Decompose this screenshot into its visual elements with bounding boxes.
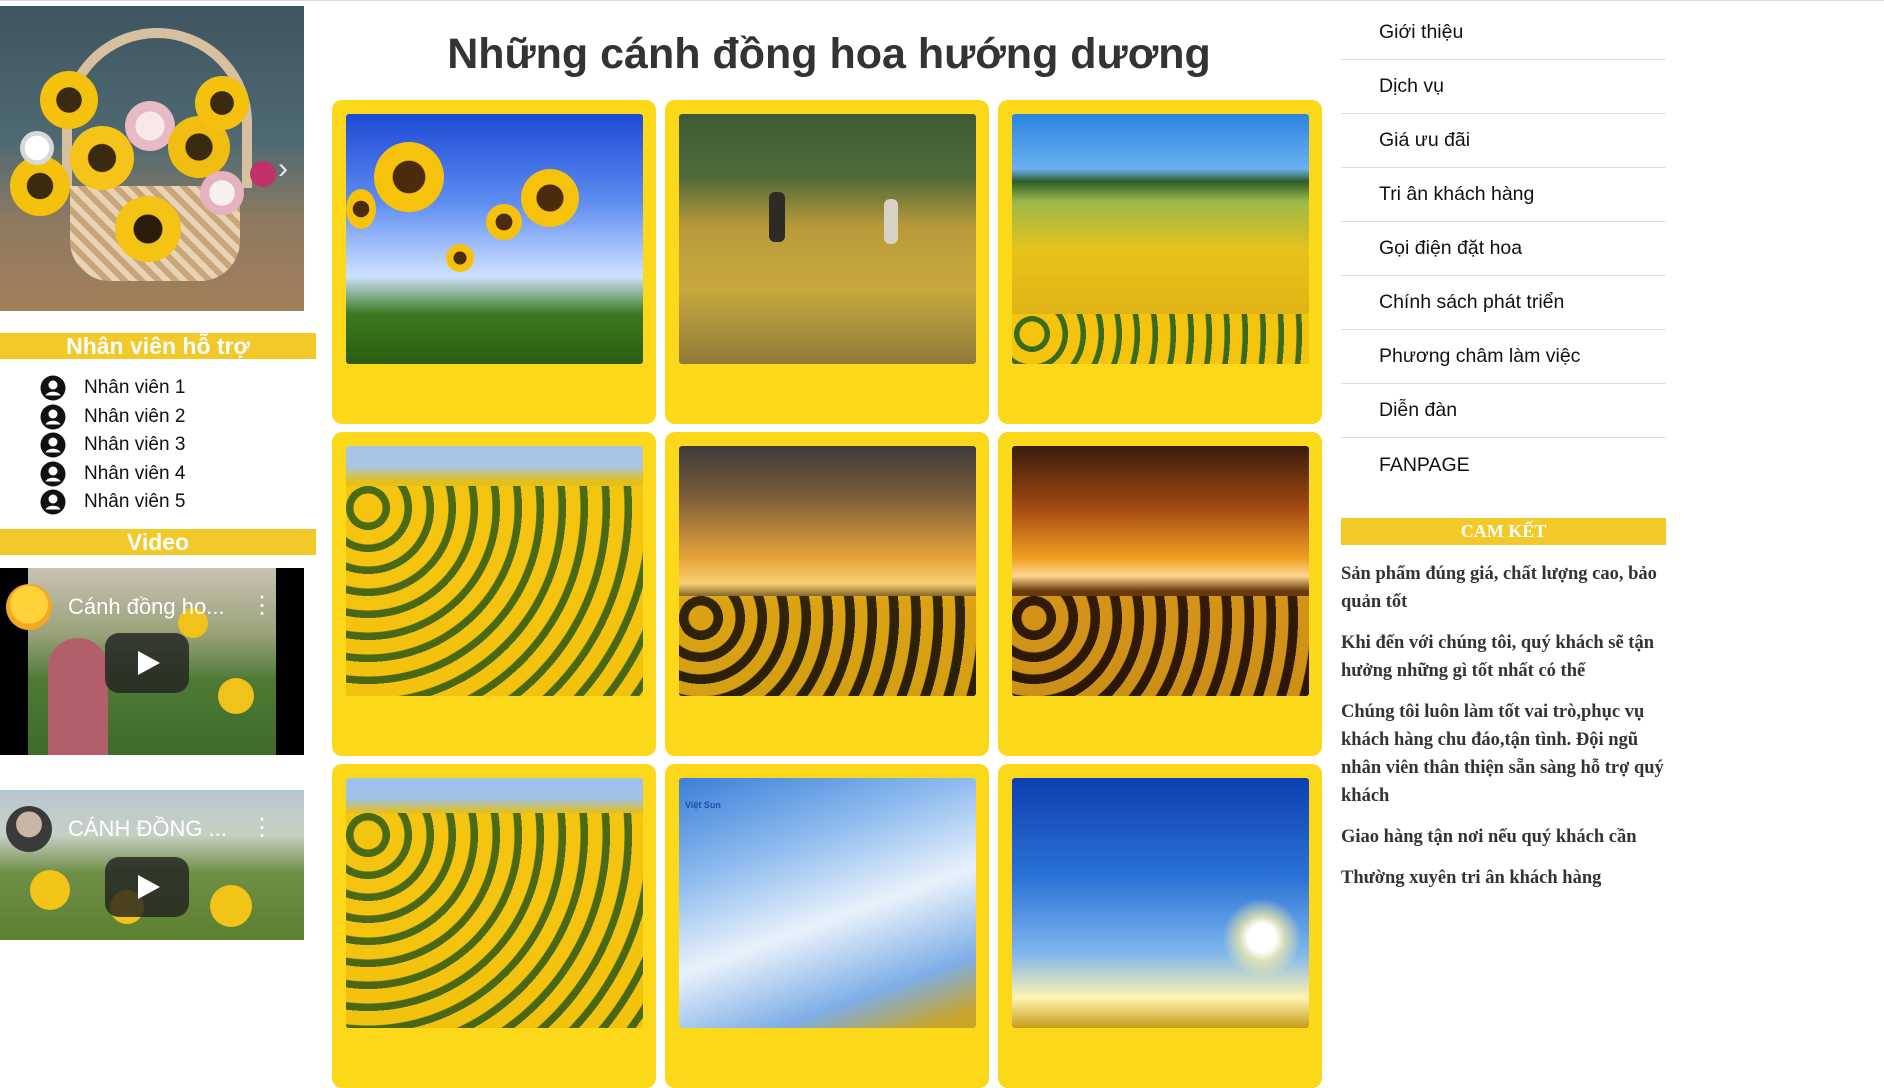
gallery-card[interactable] [998, 100, 1322, 424]
flower [200, 171, 244, 215]
gallery-photo[interactable] [346, 778, 643, 1028]
flower [20, 131, 54, 165]
flower [70, 126, 134, 190]
user-circle-icon [40, 404, 66, 430]
gallery-photo[interactable] [1012, 114, 1309, 364]
gallery-card[interactable] [332, 100, 656, 424]
flower [40, 71, 98, 129]
menu-item-phuong-cham[interactable]: Phương châm làm việc [1341, 330, 1666, 384]
gallery-card[interactable] [998, 764, 1322, 1088]
staff-name: Nhân viên 5 [84, 491, 186, 513]
staff-name: Nhân viên 2 [84, 405, 186, 427]
commitment-item: Khi đến với chúng tôi, quý khách sẽ tận … [1341, 633, 1655, 681]
gallery-photo[interactable] [679, 446, 976, 696]
nav-menu: Giới thiệu Dịch vụ Giá ưu đãi Tri ân khá… [1341, 6, 1666, 492]
staff-name: Nhân viên 4 [84, 462, 186, 484]
gallery-photo[interactable] [346, 446, 643, 696]
staff-name: Nhân viên 3 [84, 434, 186, 456]
gallery-photo[interactable] [346, 114, 643, 364]
menu-item-gioi-thieu[interactable]: Giới thiệu [1341, 6, 1666, 60]
staff-section-title: Nhân viên hỗ trợ [0, 333, 316, 359]
video-section-title: Video [0, 529, 316, 555]
left-sidebar: › Nhân viên hỗ trợ Nhân viên 1 Nhân viên… [0, 0, 318, 940]
commitment-item: Chúng tôi luôn làm tốt vai trò,phục vụ k… [1341, 702, 1664, 806]
gallery-photo[interactable] [679, 114, 976, 364]
gallery-card[interactable] [665, 432, 989, 756]
gallery-card[interactable] [998, 432, 1322, 756]
video-player-2[interactable]: CÁNH ĐỒNG ... ⋮ [0, 790, 304, 940]
more-vert-icon[interactable]: ⋮ [250, 816, 274, 840]
list-item[interactable]: Nhân viên 1 [0, 374, 316, 403]
menu-item-dich-vu[interactable]: Dịch vụ [1341, 60, 1666, 114]
channel-avatar[interactable] [6, 806, 52, 852]
menu-item-dien-dan[interactable]: Diễn đàn [1341, 384, 1666, 438]
video-title[interactable]: Cánh đồng ho... [68, 594, 238, 620]
video-player-1[interactable]: Cánh đồng ho... ⋮ [0, 568, 304, 755]
flower [10, 156, 70, 216]
commitment-item: Sản phẩm đúng giá, chất lượng cao, bảo q… [1341, 564, 1657, 612]
play-icon[interactable] [105, 857, 189, 917]
commitment-item: Thường xuyên tri ân khách hàng [1341, 868, 1602, 888]
play-icon[interactable] [105, 633, 189, 693]
flower [195, 76, 249, 130]
menu-item-chinh-sach[interactable]: Chính sách phát triển [1341, 276, 1666, 330]
staff-name: Nhân viên 1 [84, 377, 186, 399]
list-item[interactable]: Nhân viên 4 [0, 460, 316, 489]
gallery-photo[interactable]: Việt Sun [679, 778, 976, 1028]
menu-item-tri-an[interactable]: Tri ân khách hàng [1341, 168, 1666, 222]
user-circle-icon [40, 432, 66, 458]
page-title: Những cánh đồng hoa hướng dương [447, 30, 1211, 78]
video-title[interactable]: CÁNH ĐỒNG ... [68, 816, 238, 842]
gallery-card[interactable] [332, 432, 656, 756]
flower [115, 196, 181, 262]
gallery-card[interactable] [332, 764, 656, 1088]
commitment-title: CAM KẾT [1341, 518, 1666, 545]
menu-item-goi-dien[interactable]: Gọi điện đặt hoa [1341, 222, 1666, 276]
list-item[interactable]: Nhân viên 3 [0, 431, 316, 460]
gallery-card[interactable] [665, 100, 989, 424]
menu-item-gia-uu-dai[interactable]: Giá ưu đãi [1341, 114, 1666, 168]
flower [250, 161, 276, 187]
commitment-item: Giao hàng tận nơi nếu quý khách cần [1341, 827, 1637, 847]
channel-avatar[interactable] [6, 584, 52, 630]
chevron-right-icon[interactable]: › [278, 154, 288, 184]
commitment-list: Sản phẩm đúng giá, chất lượng cao, bảo q… [1341, 560, 1671, 905]
menu-item-fanpage[interactable]: FANPAGE [1341, 438, 1666, 492]
watermark-logo: Việt Sun [685, 800, 721, 810]
list-item[interactable]: Nhân viên 5 [0, 488, 316, 517]
user-circle-icon [40, 375, 66, 401]
user-circle-icon [40, 489, 66, 515]
gallery-card[interactable]: Việt Sun [665, 764, 989, 1088]
more-vert-icon[interactable]: ⋮ [250, 594, 274, 618]
gallery-photo[interactable] [1012, 446, 1309, 696]
staff-list: Nhân viên 1 Nhân viên 2 Nhân viên 3 Nhân… [0, 374, 316, 517]
gallery-photo[interactable] [1012, 778, 1309, 1028]
image-slider[interactable]: › [0, 6, 304, 311]
list-item[interactable]: Nhân viên 2 [0, 403, 316, 432]
user-circle-icon [40, 461, 66, 487]
